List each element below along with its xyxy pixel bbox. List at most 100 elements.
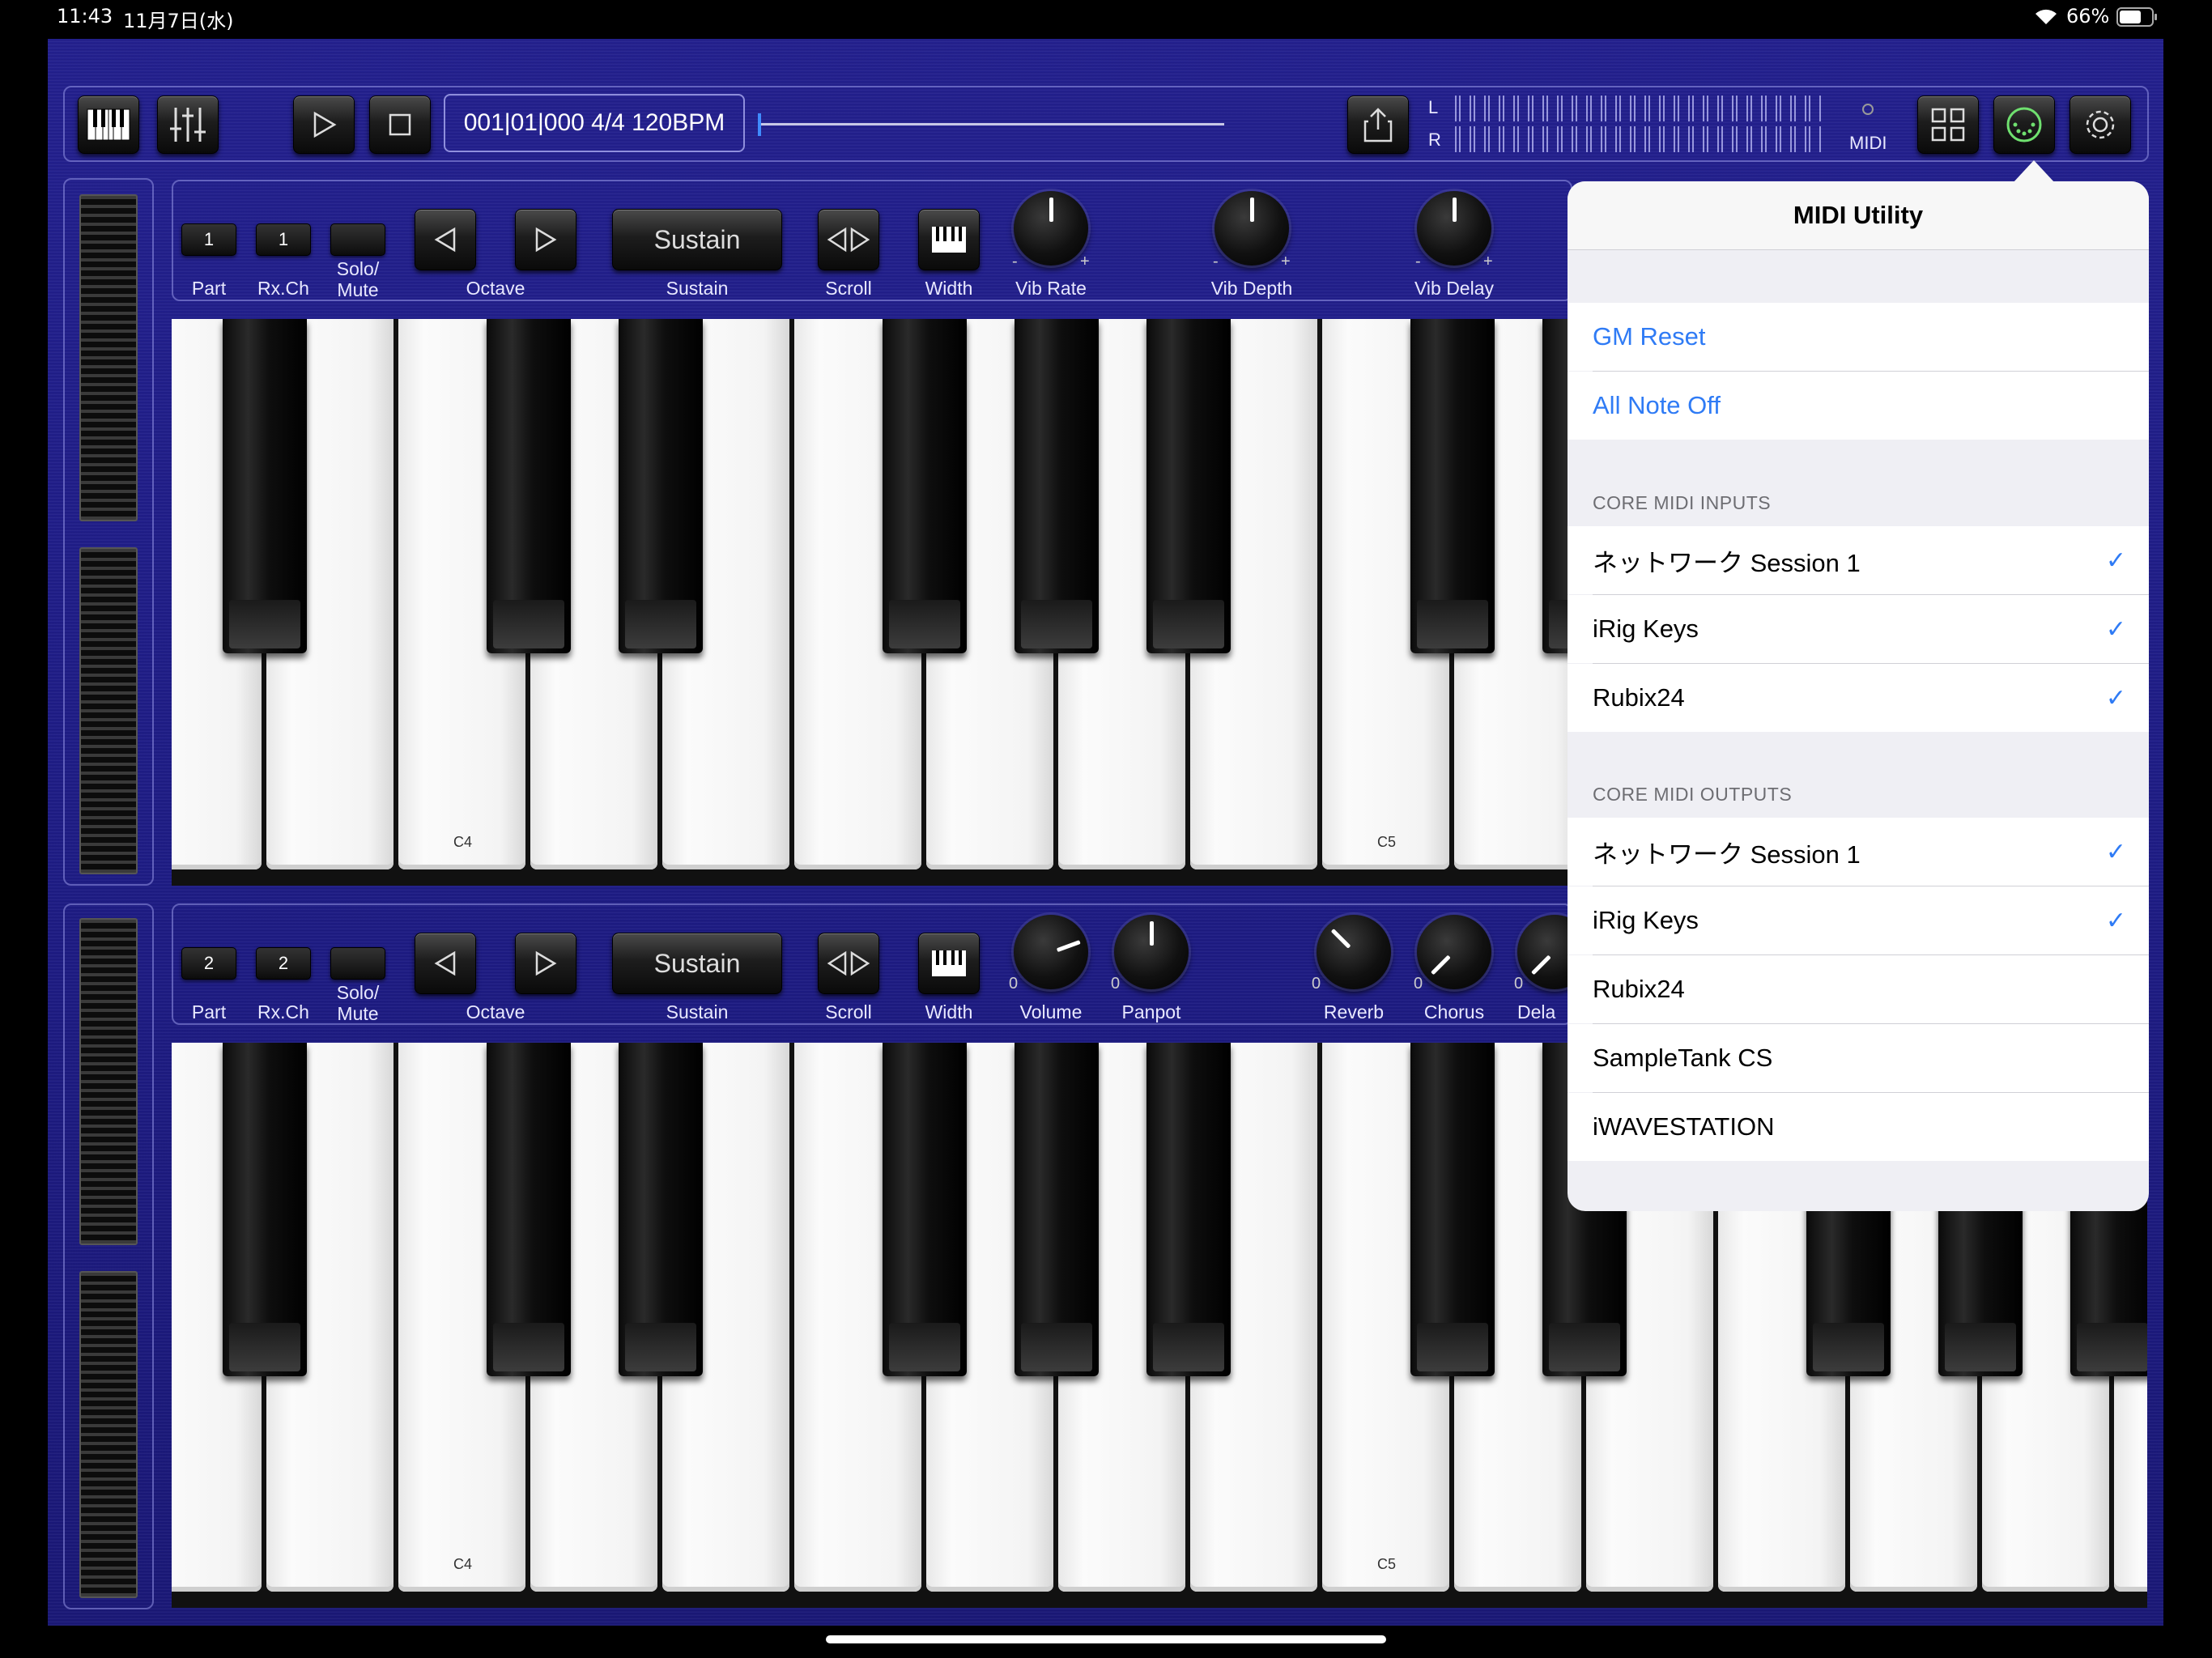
part1-vib-rate-knob[interactable] (1014, 191, 1088, 266)
part2-volume-knob[interactable] (1014, 915, 1088, 989)
part1-part-selector[interactable]: 1 (181, 223, 236, 256)
part2-volume-zero: 0 (1009, 975, 1019, 993)
part1-sustain-label: Sustain (666, 278, 729, 299)
part1-octave-label: Octave (466, 278, 525, 299)
black-key[interactable] (223, 319, 307, 653)
black-key[interactable] (223, 1043, 307, 1376)
mixer-sliders-icon (170, 108, 206, 142)
song-position-thumb[interactable] (758, 113, 761, 136)
part1-vib-depth-knob[interactable] (1214, 191, 1289, 266)
part1-pitch-wheel[interactable] (79, 194, 138, 521)
key-label-c5: C5 (1376, 834, 1396, 850)
output-row-irig-keys[interactable]: iRig Keys ✓ (1568, 886, 2149, 954)
part2-panpot-label: Panpot (1121, 1001, 1181, 1022)
midi-utility-button[interactable] (1993, 96, 2055, 154)
output-row-iwavestation[interactable]: iWAVESTATION (1568, 1093, 2149, 1161)
input-row-rubix24[interactable]: Rubix24 ✓ (1568, 664, 2149, 732)
part1-width-button[interactable] (918, 209, 980, 270)
part1-vib-delay-knob[interactable] (1417, 191, 1491, 266)
piano-icon (87, 108, 130, 141)
part2-mod-wheel[interactable] (79, 1271, 138, 1598)
part2-mute-label: Mute (337, 1003, 379, 1024)
input-name: Rubix24 (1593, 683, 1685, 712)
key-label-c4: C4 (453, 834, 472, 850)
song-position-slider[interactable] (758, 123, 1224, 125)
outputs-section-header: CORE MIDI OUTPUTS (1593, 784, 1793, 805)
triangle-left-icon (434, 950, 456, 976)
song-position-display[interactable]: 001|01|000 4/4 120BPM (444, 94, 745, 152)
meter-right-label: R (1428, 130, 1441, 150)
black-key[interactable] (487, 319, 571, 653)
part2-panpot-knob[interactable] (1114, 915, 1189, 989)
part1-vib-delay-max: + (1483, 253, 1493, 270)
stop-button[interactable] (369, 96, 431, 154)
key-label-c4: C4 (453, 1556, 472, 1572)
output-row-sampletank[interactable]: SampleTank CS (1568, 1024, 2149, 1092)
output-name: Rubix24 (1593, 975, 1685, 1003)
scroll-arrows-icon (827, 227, 870, 253)
black-key[interactable] (883, 1043, 967, 1376)
black-key[interactable] (619, 319, 703, 653)
part1-solo-mute-button[interactable] (330, 223, 385, 256)
part2-pitch-wheel[interactable] (79, 918, 138, 1245)
keyboard-view-button[interactable] (78, 96, 139, 154)
ipad-screen: { "status_bar": {"time": "11:43", "date"… (0, 0, 2212, 1658)
black-key[interactable] (1410, 319, 1495, 653)
midi-activity-indicator (1862, 104, 1874, 115)
gm-reset-button[interactable]: GM Reset (1568, 303, 2149, 371)
play-icon (313, 111, 337, 138)
part1-sustain-button[interactable]: Sustain (612, 209, 782, 270)
input-row-irig-keys[interactable]: iRig Keys ✓ (1568, 595, 2149, 663)
all-note-off-button[interactable]: All Note Off (1568, 372, 2149, 440)
part2-scroll-button[interactable] (818, 933, 879, 994)
black-key[interactable] (619, 1043, 703, 1376)
part2-sustain-label: Sustain (666, 1001, 729, 1022)
mixer-button[interactable] (157, 96, 219, 154)
part2-octave-down-button[interactable] (415, 933, 476, 994)
checkmark-icon: ✓ (2105, 546, 2126, 574)
share-button[interactable] (1347, 96, 1409, 154)
part1-vib-depth-max: + (1281, 253, 1291, 270)
input-row-session[interactable]: ネットワーク Session 1 ✓ (1568, 526, 2149, 594)
part2-panpot-zero: 0 (1111, 975, 1121, 993)
black-key[interactable] (1146, 319, 1231, 653)
input-name: ネットワーク Session 1 (1593, 548, 1861, 577)
part1-scroll-button[interactable] (818, 209, 879, 270)
black-key[interactable] (883, 319, 967, 653)
play-button[interactable] (293, 96, 355, 154)
part2-reverb-knob[interactable] (1317, 915, 1391, 989)
part1-octave-up-button[interactable] (515, 209, 576, 270)
gear-icon (2086, 110, 2115, 139)
part2-width-button[interactable] (918, 933, 980, 994)
output-row-rubix24[interactable]: Rubix24 (1568, 955, 2149, 1023)
black-key[interactable] (1015, 1043, 1099, 1376)
settings-button[interactable] (2069, 96, 2131, 154)
part2-chorus-knob[interactable] (1417, 915, 1491, 989)
triangle-right-icon (535, 950, 557, 976)
black-key[interactable] (1015, 319, 1099, 653)
part2-width-label: Width (925, 1001, 973, 1022)
part2-part-selector[interactable]: 2 (181, 947, 236, 980)
part1-vib-delay-min: - (1415, 253, 1421, 270)
home-indicator[interactable] (826, 1635, 1386, 1643)
black-key[interactable] (1146, 1043, 1231, 1376)
black-key[interactable] (1410, 1043, 1495, 1376)
status-date: 11月7日(水) (123, 10, 234, 32)
part1-rxch-selector[interactable]: 1 (256, 223, 311, 256)
part2-chorus-zero: 0 (1414, 975, 1423, 993)
checkmark-icon: ✓ (2105, 615, 2126, 643)
part1-octave-down-button[interactable] (415, 209, 476, 270)
part1-mod-wheel[interactable] (79, 547, 138, 874)
part2-part-label: Part (191, 1001, 227, 1022)
battery-percent: 66% (2066, 5, 2110, 28)
part2-octave-up-button[interactable] (515, 933, 576, 994)
part2-sustain-button[interactable]: Sustain (612, 933, 782, 994)
layout-button[interactable] (1917, 96, 1979, 154)
part2-rxch-selector[interactable]: 2 (256, 947, 311, 980)
key-label-c5: C5 (1376, 1556, 1396, 1572)
output-row-session[interactable]: ネットワーク Session 1 ✓ (1568, 818, 2149, 886)
piano-icon (932, 950, 966, 976)
battery-icon (2116, 7, 2157, 27)
part2-solo-mute-button[interactable] (330, 947, 385, 980)
black-key[interactable] (487, 1043, 571, 1376)
